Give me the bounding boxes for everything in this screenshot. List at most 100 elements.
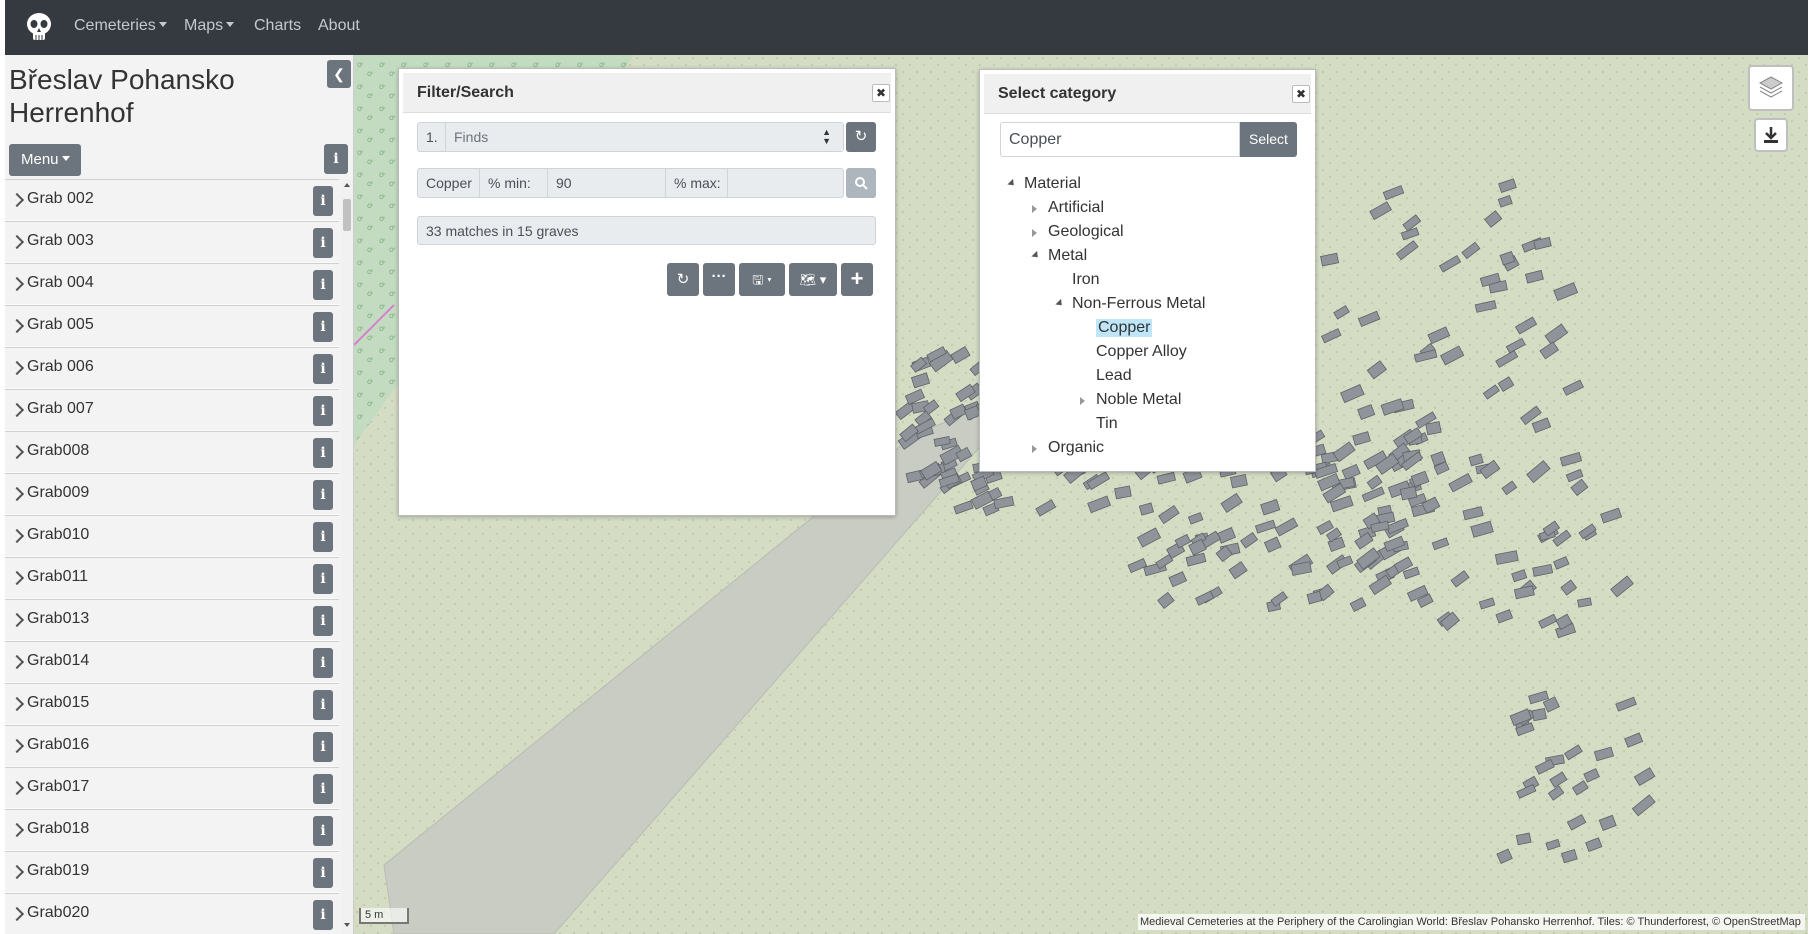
grave-list-item[interactable]: Grab010 i: [5, 515, 339, 557]
chevron-right-icon[interactable]: [9, 612, 25, 628]
grave-list-item[interactable]: Grab019 i: [5, 851, 339, 893]
tree-node-non-ferrous-metal[interactable]: Non-Ferrous Metal: [1072, 295, 1205, 313]
nav-cemeteries-dropdown[interactable]: Cemeteries: [74, 17, 167, 35]
grave-info-button[interactable]: i: [313, 354, 333, 384]
map-dropdown-button[interactable]: 🗺 ▾: [789, 263, 837, 296]
tree-node-lead[interactable]: Lead: [1096, 367, 1132, 385]
tree-node-metal[interactable]: Metal: [1048, 247, 1087, 265]
nav-about-link[interactable]: About: [318, 17, 360, 35]
grave-info-button[interactable]: i: [313, 564, 333, 594]
grave-info-button[interactable]: i: [313, 774, 333, 804]
layers-control-button[interactable]: [1748, 65, 1794, 111]
sidebar-collapse-button[interactable]: ❮: [327, 60, 351, 88]
tree-node-copper-alloy[interactable]: Copper Alloy: [1096, 343, 1187, 361]
nav-maps-dropdown[interactable]: Maps: [184, 17, 235, 35]
chevron-right-icon[interactable]: [9, 444, 25, 460]
grave-list-item[interactable]: Grab017 i: [5, 767, 339, 809]
grave-info-button[interactable]: i: [313, 480, 333, 510]
grave-list-item[interactable]: Grab016 i: [5, 725, 339, 767]
grave-marker[interactable]: [1114, 485, 1132, 500]
grave-info-button[interactable]: i: [313, 858, 333, 888]
collapsed-triangle-icon[interactable]: [1032, 445, 1037, 453]
chevron-right-icon[interactable]: [9, 486, 25, 502]
grave-marker[interactable]: [1515, 832, 1532, 846]
filter-type-select[interactable]: Finds ▲ ▼: [446, 123, 843, 151]
grave-info-button[interactable]: i: [313, 648, 333, 678]
scrollbar-thumb[interactable]: [343, 199, 351, 231]
grave-list-scrollbar[interactable]: [341, 179, 353, 934]
chevron-right-icon[interactable]: [9, 234, 25, 250]
search-button[interactable]: [846, 168, 876, 198]
grave-info-button[interactable]: i: [313, 270, 333, 300]
grave-info-button[interactable]: i: [313, 396, 333, 426]
grave-info-button[interactable]: i: [313, 900, 333, 930]
category-panel-close-button[interactable]: ✖: [1292, 85, 1310, 103]
grave-list-item[interactable]: Grab 007 i: [5, 389, 339, 431]
grave-list-item[interactable]: Grab 002 i: [5, 179, 339, 221]
grave-list-item[interactable]: Grab 006 i: [5, 347, 339, 389]
scroll-up-arrow-icon[interactable]: [344, 183, 350, 187]
tree-node-iron[interactable]: Iron: [1072, 271, 1100, 289]
tree-node-organic[interactable]: Organic: [1048, 439, 1104, 457]
chevron-right-icon[interactable]: [9, 738, 25, 754]
grave-list-item[interactable]: Grab008 i: [5, 431, 339, 473]
chevron-right-icon[interactable]: [9, 318, 25, 334]
grave-list-item[interactable]: Grab020 i: [5, 893, 339, 934]
grave-list-item[interactable]: Grab013 i: [5, 599, 339, 641]
expanded-triangle-icon[interactable]: [1055, 298, 1065, 309]
grave-info-button[interactable]: i: [313, 522, 333, 552]
chevron-right-icon[interactable]: [9, 192, 25, 208]
chevron-right-icon[interactable]: [9, 654, 25, 670]
add-filter-button[interactable]: +: [841, 263, 873, 296]
grave-list-item[interactable]: Grab 003 i: [5, 221, 339, 263]
grave-info-button[interactable]: i: [313, 438, 333, 468]
grave-list-item[interactable]: Grab018 i: [5, 809, 339, 851]
grave-info-button[interactable]: i: [313, 312, 333, 342]
tree-node-noble-metal[interactable]: Noble Metal: [1096, 391, 1181, 409]
tree-node-material[interactable]: Material: [1024, 175, 1081, 193]
collapsed-triangle-icon[interactable]: [1032, 205, 1037, 213]
collapsed-triangle-icon[interactable]: [1032, 229, 1037, 237]
min-percent-input[interactable]: 90: [548, 169, 666, 197]
material-chip[interactable]: Copper: [418, 169, 480, 197]
chevron-right-icon[interactable]: [9, 570, 25, 586]
chevron-right-icon[interactable]: [9, 402, 25, 418]
more-options-button[interactable]: ···: [703, 263, 735, 296]
category-select-button[interactable]: Select: [1240, 122, 1297, 157]
category-search-input[interactable]: Copper: [1000, 122, 1240, 157]
grave-list-item[interactable]: Grab014 i: [5, 641, 339, 683]
skull-logo-icon[interactable]: [23, 11, 55, 43]
grave-list-item[interactable]: Grab009 i: [5, 473, 339, 515]
grave-info-button[interactable]: i: [313, 732, 333, 762]
tree-node-artificial[interactable]: Artificial: [1048, 199, 1104, 217]
download-button[interactable]: [1754, 118, 1788, 152]
expanded-triangle-icon[interactable]: [1007, 178, 1017, 189]
tree-node-copper-selected[interactable]: Copper: [1096, 319, 1153, 337]
filter-panel-close-button[interactable]: ✖: [872, 84, 890, 102]
grave-info-button[interactable]: i: [313, 606, 333, 636]
reset-button[interactable]: ↻: [667, 263, 699, 296]
nav-charts-link[interactable]: Charts: [254, 17, 301, 35]
expanded-triangle-icon[interactable]: [1031, 250, 1041, 261]
grave-list-item[interactable]: Grab 005 i: [5, 305, 339, 347]
chevron-right-icon[interactable]: [9, 822, 25, 838]
collapsed-triangle-icon[interactable]: [1080, 397, 1085, 405]
grave-info-button[interactable]: i: [313, 816, 333, 846]
chevron-right-icon[interactable]: [9, 906, 25, 922]
chevron-right-icon[interactable]: [9, 696, 25, 712]
grave-info-button[interactable]: i: [313, 186, 333, 216]
refresh-filter-button[interactable]: ↻: [846, 122, 876, 152]
grave-marker[interactable]: [1425, 421, 1442, 436]
chevron-right-icon[interactable]: [9, 360, 25, 376]
menu-dropdown-button[interactable]: Menu: [9, 144, 81, 176]
grave-list-item[interactable]: Grab011 i: [5, 557, 339, 599]
cemetery-info-button[interactable]: i: [324, 144, 348, 174]
scroll-down-arrow-icon[interactable]: [344, 923, 350, 927]
grave-list-item[interactable]: Grab 004 i: [5, 263, 339, 305]
grave-info-button[interactable]: i: [313, 228, 333, 258]
chevron-right-icon[interactable]: [9, 864, 25, 880]
chevron-right-icon[interactable]: [9, 528, 25, 544]
grave-marker[interactable]: [1399, 486, 1418, 501]
chevron-right-icon[interactable]: [9, 276, 25, 292]
grave-list-item[interactable]: Grab015 i: [5, 683, 339, 725]
